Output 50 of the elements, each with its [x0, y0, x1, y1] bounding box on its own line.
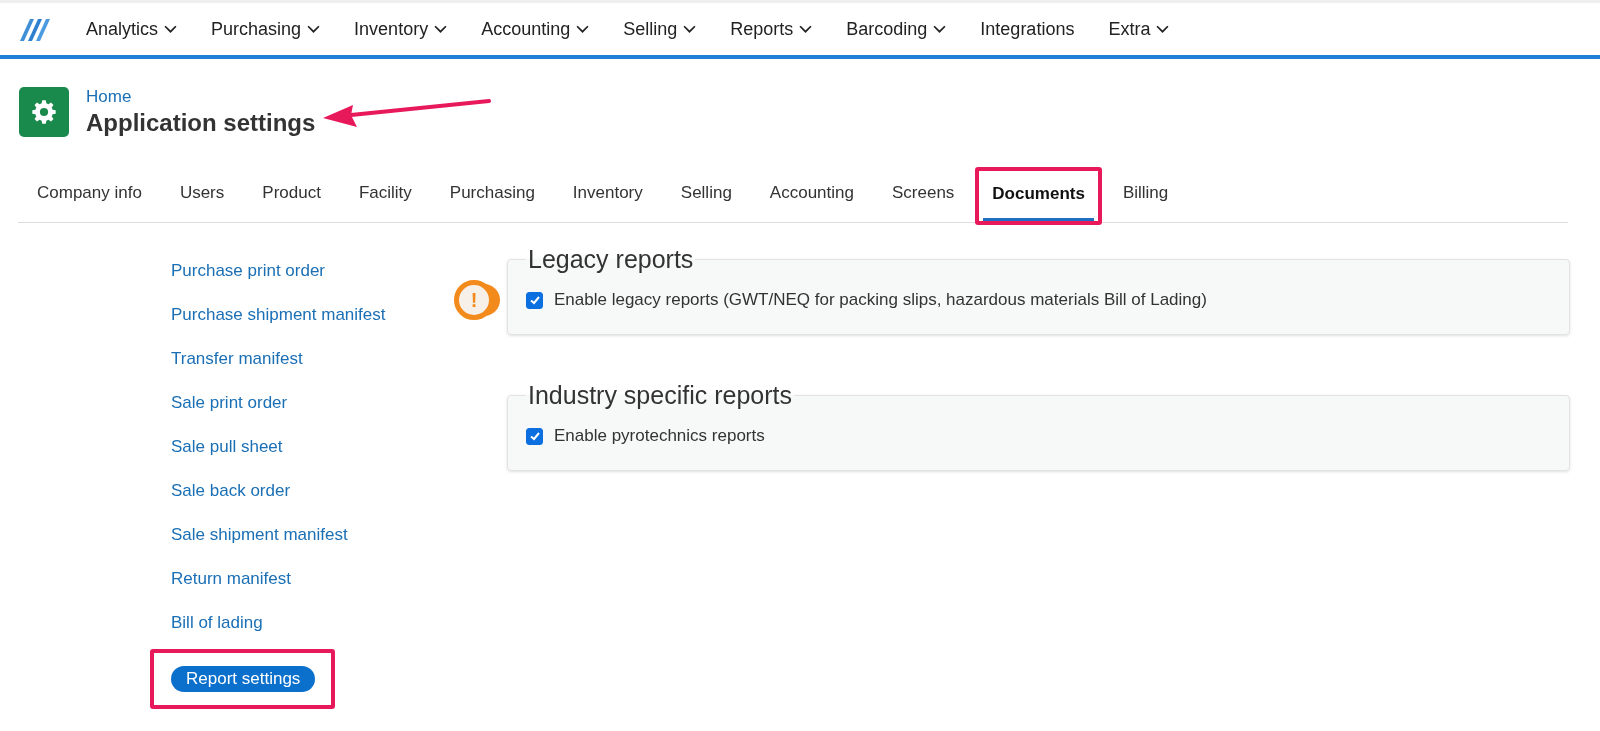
- caret-icon: [576, 24, 590, 34]
- caret-icon: [683, 24, 697, 34]
- tab[interactable]: Documents: [983, 170, 1094, 221]
- tab[interactable]: Inventory: [563, 169, 652, 220]
- sidebar-item[interactable]: Transfer manifest: [156, 346, 318, 372]
- tab[interactable]: Purchasing: [440, 169, 544, 220]
- nav-menu-item[interactable]: Purchasing: [211, 18, 321, 40]
- home-link[interactable]: Home: [86, 87, 492, 107]
- caret-icon: [933, 24, 947, 34]
- sidebar-item[interactable]: Return manifest: [156, 566, 306, 592]
- checkbox-label: Enable legacy reports (GWT/NEQ for packing slips, hazardous materials Bill of Lading): [554, 290, 1207, 310]
- nav-menu-item[interactable]: Reports: [730, 18, 813, 40]
- nav-menu-item[interactable]: Barcoding: [846, 18, 947, 40]
- page-title: Application settings: [86, 109, 316, 137]
- caret-icon: [434, 24, 448, 34]
- sidebar-item[interactable]: Sale back order: [156, 478, 306, 504]
- caret-icon: [164, 24, 178, 34]
- tab[interactable]: Users: [170, 169, 234, 220]
- sidebar-item[interactable]: Sale print order: [156, 390, 303, 416]
- tab[interactable]: Facility: [349, 169, 421, 220]
- tab[interactable]: Company info: [28, 169, 151, 220]
- tab[interactable]: Product: [253, 169, 330, 220]
- tab[interactable]: Screens: [882, 169, 964, 220]
- nav-menu-item[interactable]: Selling: [623, 18, 697, 40]
- sidebar-item[interactable]: Bill of lading: [156, 610, 278, 636]
- panel-title: Industry specific reports: [527, 381, 793, 410]
- sidebar-item[interactable]: Report settings: [171, 666, 316, 692]
- nav-menu-item[interactable]: Extra: [1108, 18, 1170, 40]
- panel-title: Legacy reports: [527, 245, 695, 274]
- tab[interactable]: Accounting: [760, 169, 863, 220]
- settings-icon: [19, 87, 69, 137]
- sidebar-item[interactable]: Purchase shipment manifest: [156, 302, 401, 328]
- nav-menu-item[interactable]: Analytics: [86, 18, 178, 40]
- checkmark-icon: [528, 430, 541, 442]
- sidebar-item[interactable]: Sale pull sheet: [156, 434, 298, 460]
- caret-icon: [307, 24, 321, 34]
- nav-menu-item[interactable]: Accounting: [481, 18, 590, 40]
- tab[interactable]: Billing: [1113, 169, 1178, 220]
- checkbox-label: Enable pyrotechnics reports: [554, 426, 765, 446]
- sidebar-item[interactable]: Purchase print order: [156, 258, 341, 284]
- checkmark-icon: [528, 294, 541, 306]
- sidebar-item[interactable]: Sale shipment manifest: [156, 522, 363, 548]
- nav-menu-item[interactable]: Inventory: [354, 18, 448, 40]
- logo-icon[interactable]: [18, 17, 50, 41]
- caret-icon: [1156, 24, 1170, 34]
- checkbox[interactable]: [526, 427, 543, 445]
- caret-icon: [799, 24, 813, 34]
- tab[interactable]: Selling: [671, 169, 741, 220]
- checkbox[interactable]: [526, 291, 543, 309]
- nav-menu-item[interactable]: Integrations: [980, 18, 1075, 40]
